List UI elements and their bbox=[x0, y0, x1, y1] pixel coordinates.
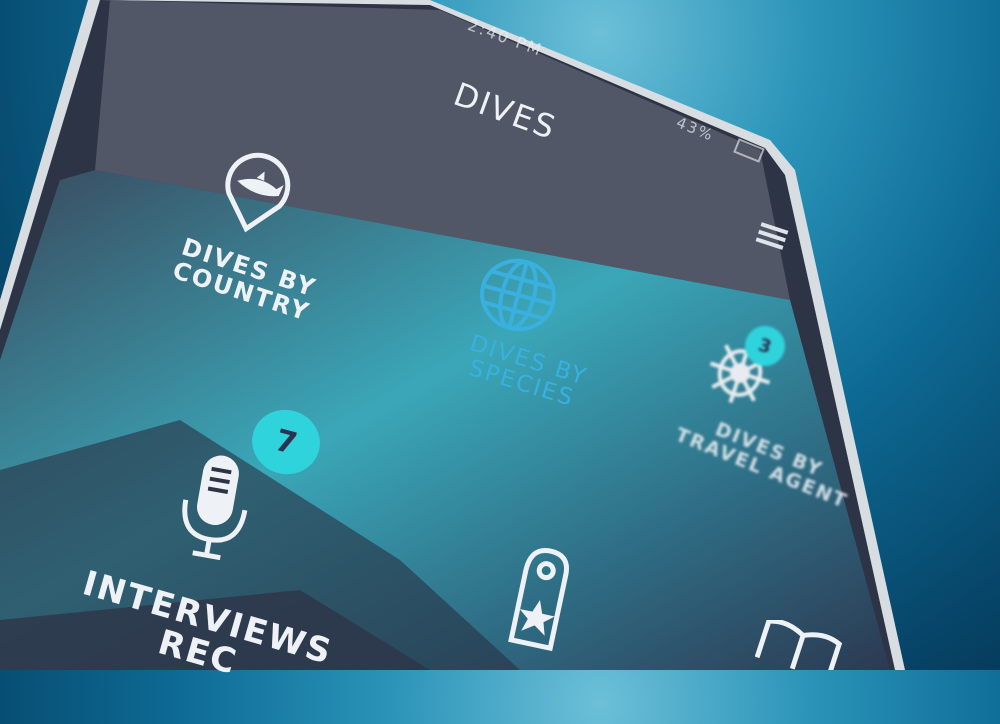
shark-pin-icon bbox=[225, 152, 291, 233]
door-hanger-star-icon[interactable] bbox=[505, 545, 575, 655]
microphone-icon bbox=[182, 455, 248, 561]
book-icon[interactable] bbox=[755, 620, 845, 670]
globe-icon bbox=[480, 258, 556, 332]
